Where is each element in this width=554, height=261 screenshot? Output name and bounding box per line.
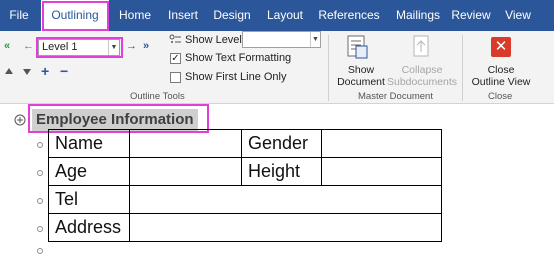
body-text-bullet-icon <box>37 226 43 232</box>
document-area: Employee Information Name Gender Age Hei… <box>0 104 554 261</box>
promote-to-heading-1-icon[interactable]: « <box>4 41 10 52</box>
group-divider <box>328 35 329 101</box>
table-cell[interactable]: Age <box>48 157 130 186</box>
group-divider <box>462 35 463 101</box>
close-outline-view-label-1: Close <box>487 64 515 76</box>
show-document-label-2: Document <box>337 76 385 88</box>
chevron-down-icon: ▼ <box>108 40 119 55</box>
table-cell[interactable] <box>129 129 242 158</box>
tab-insert[interactable]: Insert <box>160 0 206 31</box>
show-first-line-only-checkbox[interactable] <box>170 72 181 83</box>
table-cell[interactable]: Height <box>241 157 322 186</box>
table-cell[interactable] <box>129 157 242 186</box>
collapse-subdocuments-button[interactable]: Collapse Subdocuments <box>387 33 457 89</box>
demote-icon[interactable]: → <box>126 41 137 52</box>
table-cell[interactable] <box>129 213 442 242</box>
body-text-bullet-icon <box>37 170 43 176</box>
collapse-subdocuments-icon <box>412 35 432 64</box>
promote-icon[interactable]: ← <box>23 41 34 52</box>
tab-design[interactable]: Design <box>208 0 256 31</box>
tab-references[interactable]: References <box>316 0 382 31</box>
show-level-label: Show Level: <box>185 34 245 46</box>
table-cell[interactable] <box>129 185 442 214</box>
tab-layout[interactable]: Layout <box>260 0 310 31</box>
tab-outlining[interactable]: Outlining <box>41 0 109 31</box>
tab-file[interactable]: File <box>2 0 36 31</box>
collapse-subdocuments-label-2: Subdocuments <box>387 76 458 88</box>
close-outline-view-label-2: Outline View <box>471 76 531 88</box>
tab-review[interactable]: Review <box>450 0 492 31</box>
collapse-subdocuments-label-1: Collapse <box>401 64 443 76</box>
table-cell[interactable]: Gender <box>241 129 322 158</box>
master-document-group-label: Master Document <box>358 91 433 102</box>
heading-employee-information[interactable]: Employee Information <box>32 109 198 131</box>
table-row: Age Height <box>48 157 442 186</box>
body-text-bullet-icon <box>37 142 43 148</box>
table-row: Tel <box>48 185 442 214</box>
show-document-label-1: Show <box>347 64 375 76</box>
ribbon: « ← → » Level 1 ▼ + − Show Level: ▼ ✓ Sh… <box>0 31 554 104</box>
body-text-bullet-icon <box>37 198 43 204</box>
table-cell[interactable] <box>321 157 442 186</box>
collapse-icon[interactable]: − <box>60 64 68 78</box>
show-first-line-only-label: Show First Line Only <box>185 71 287 83</box>
tab-mailings[interactable]: Mailings <box>388 0 448 31</box>
chevron-down-icon: ▼ <box>310 32 320 47</box>
tab-home[interactable]: Home <box>112 0 158 31</box>
show-document-icon <box>347 35 369 64</box>
tab-view[interactable]: View <box>502 0 534 31</box>
show-document-button[interactable]: Show Document <box>336 33 386 89</box>
employee-info-table: Name Gender Age Height Tel Address <box>48 129 442 242</box>
demote-to-body-text-icon[interactable]: » <box>143 41 149 52</box>
show-level-dropdown[interactable]: ▼ <box>242 31 321 48</box>
table-row: Name Gender <box>48 129 442 158</box>
show-text-formatting-label: Show Text Formatting <box>185 52 292 64</box>
outline-level-value: Level 1 <box>42 41 78 53</box>
table-cell[interactable]: Name <box>48 129 130 158</box>
show-text-formatting-checkbox[interactable]: ✓ <box>170 53 181 64</box>
table-cell[interactable]: Address <box>48 213 130 242</box>
close-icon: ✕ <box>491 37 511 57</box>
table-cell[interactable]: Tel <box>48 185 130 214</box>
close-group-label: Close <box>488 91 513 102</box>
outline-tools-group-label: Outline Tools <box>130 91 185 102</box>
body-text-bullet-icon <box>37 248 43 254</box>
expand-icon[interactable]: + <box>41 64 49 78</box>
table-row: Address <box>48 213 442 242</box>
show-level-icon <box>169 33 181 45</box>
ribbon-tab-bar: File Outlining Home Insert Design Layout… <box>0 0 554 31</box>
move-down-icon[interactable] <box>23 69 31 75</box>
table-cell[interactable] <box>321 129 442 158</box>
move-up-icon[interactable] <box>5 68 13 74</box>
close-outline-view-button[interactable]: ✕ Close Outline View <box>468 33 534 89</box>
outline-level-dropdown[interactable]: Level 1 ▼ <box>38 39 120 56</box>
expand-heading-icon[interactable] <box>14 113 26 126</box>
